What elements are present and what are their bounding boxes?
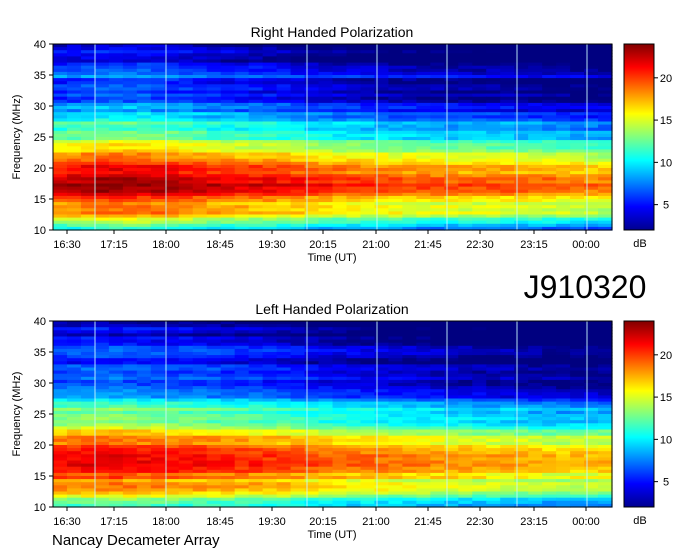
colorbar-ticks: 5 10 15 20: [654, 350, 672, 489]
colorbar-label: dB: [633, 238, 646, 250]
x-tick-label: 18:45: [206, 239, 234, 251]
y-axis-label: Frequency (MHz): [11, 372, 23, 457]
y-tick-label: 20: [34, 163, 46, 175]
y-tick-label: 25: [34, 132, 46, 144]
colorbar-ticks: 5 10 15 20: [654, 73, 672, 212]
x-tick-label: 18:00: [152, 239, 180, 251]
x-tick-label: 16:30: [53, 516, 81, 528]
x-tick-label: 19:30: [258, 239, 286, 251]
x-tick-label: 22:30: [466, 516, 494, 528]
x-axis-label: Time (UT): [307, 252, 356, 264]
x-tick-label: 17:15: [100, 516, 128, 528]
x-tick-label: 20:15: [309, 516, 337, 528]
y-tick-label: 20: [34, 440, 46, 452]
y-tick-label: 30: [34, 101, 46, 113]
x-ticks: 16:30 17:15 18:00 18:45 19:30 20:15 21:00 21:45…: [53, 230, 600, 251]
y-ticks: 10 15 20 25 30 35 40: [34, 39, 53, 237]
instrument-label: Nancay Decameter Array: [52, 532, 220, 549]
y-axis-label: Frequency (MHz): [11, 95, 23, 180]
observation-id: J910320: [524, 269, 647, 305]
x-tick-label: 23:15: [520, 239, 548, 251]
left-polarization-panel: Left Handed Polarization 10152025303540 …: [11, 301, 672, 541]
colorbar-tick-label: 5: [663, 200, 669, 212]
x-ticks: 16:30 17:15 18:00 18:45 19:30 20:15 21:00 21:45…: [53, 507, 600, 528]
right-polarization-panel: Right Handed Polarization 10 15 20 25 30 35 40…: [11, 24, 672, 264]
y-tick-label: 30: [34, 378, 46, 390]
y-ticks: 10 15 20 25 30 35 40: [34, 316, 53, 514]
colorbar-tick-label: 10: [660, 434, 672, 446]
x-tick-label: 00:00: [572, 516, 600, 528]
colorbar-gradient: [623, 43, 655, 231]
x-tick-label: 21:00: [362, 239, 390, 251]
x-tick-label: 21:45: [414, 516, 442, 528]
y-tick-label: 10: [34, 502, 46, 514]
x-tick-label: 22:30: [466, 239, 494, 251]
y-tick-label: 15: [34, 194, 46, 206]
heatmap-area: [53, 321, 613, 508]
y-tick-label: 35: [34, 70, 46, 82]
colorbar-tick-label: 20: [660, 350, 672, 362]
panel-title: Left Handed Polarization: [255, 301, 408, 317]
y-tick-label: 25: [34, 409, 46, 421]
x-tick-label: 18:00: [152, 516, 180, 528]
y-tick-label: 10: [34, 225, 46, 237]
colorbar-tick-label: 15: [660, 115, 672, 127]
x-tick-label: 16:30: [53, 239, 81, 251]
colorbar-tick-label: 20: [660, 73, 672, 85]
x-tick-label: 23:15: [520, 516, 548, 528]
y-tick-label: 15: [34, 471, 46, 483]
colorbar-tick-label: 10: [660, 157, 672, 169]
colorbar-gradient: [623, 320, 655, 508]
colorbar-tick-label: 5: [663, 477, 669, 489]
y-tick-label: 40: [34, 39, 46, 51]
colorbar-tick-label: 15: [660, 392, 672, 404]
x-tick-label: 21:00: [362, 516, 390, 528]
x-tick-label: 18:45: [206, 516, 234, 528]
x-axis-label: Time (UT): [307, 529, 356, 541]
panel-title: Right Handed Polarization: [251, 24, 414, 40]
y-tick-label: 40: [34, 316, 46, 328]
x-tick-label: 20:15: [309, 239, 337, 251]
colorbar: 5 10 15 20 dB: [623, 320, 672, 527]
x-tick-label: 00:00: [572, 239, 600, 251]
x-tick-label: 19:30: [258, 516, 286, 528]
colorbar: 5 10 15 20 dB: [623, 43, 672, 250]
colorbar-label: dB: [633, 515, 646, 527]
heatmap-area: [53, 44, 613, 231]
x-tick-label: 21:45: [414, 239, 442, 251]
y-tick-label: 35: [34, 347, 46, 359]
spectrogram-figure: Right Handed Polarization 10 15 20 25 30 35 40…: [11, 24, 672, 549]
x-tick-label: 17:15: [100, 239, 128, 251]
